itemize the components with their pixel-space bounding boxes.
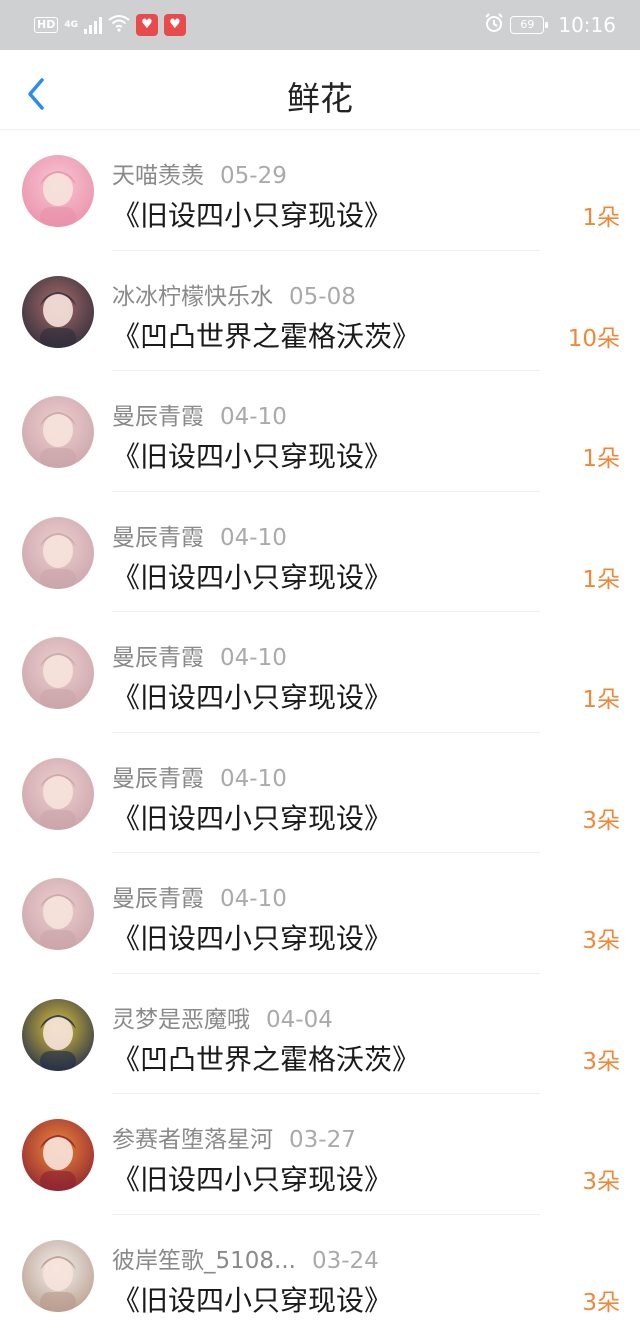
avatar[interactable] <box>22 396 94 468</box>
list-item[interactable]: 曼辰青霞 04-10 《旧设四小只穿现设》 1朵 <box>0 612 640 733</box>
user-name-line: 曼辰青霞 04-10 <box>112 397 287 431</box>
flower-count: 1朵 <box>582 446 620 472</box>
flower-count: 1朵 <box>582 205 620 231</box>
book-title[interactable]: 《凹凸世界之霍格沃茨》 <box>112 1038 420 1078</box>
date: 03-27 <box>289 1127 356 1153</box>
avatar[interactable] <box>22 155 94 227</box>
user-name[interactable]: 曼辰青霞 <box>112 766 204 792</box>
status-bar: HD 4G ♥ ♥ 69 10:16 <box>0 0 640 50</box>
clock: 10:16 <box>558 13 616 37</box>
book-title[interactable]: 《旧设四小只穿现设》 <box>112 797 392 837</box>
user-name[interactable]: 参赛者堕落星河 <box>112 1127 273 1153</box>
book-title[interactable]: 《凹凸世界之霍格沃茨》 <box>112 315 420 355</box>
list-item[interactable]: 曼辰青霞 04-10 《旧设四小只穿现设》 3朵 <box>0 853 640 974</box>
date: 04-10 <box>220 404 287 430</box>
alarm-icon <box>484 12 504 38</box>
list-item[interactable]: 曼辰青霞 04-10 《旧设四小只穿现设》 3朵 <box>0 733 640 853</box>
user-name-line: 曼辰青霞 04-10 <box>112 879 287 913</box>
user-name-line: 曼辰青霞 04-10 <box>112 759 287 793</box>
flower-list: 天喵羡羡 05-29 《旧设四小只穿现设》 1朵 冰冰柠檬快乐水 05-08 《凹凸世界之霍… <box>0 130 640 1330</box>
flower-count: 1朵 <box>582 566 620 593</box>
avatar[interactable] <box>22 1239 94 1312</box>
status-left: HD 4G ♥ ♥ <box>34 0 186 50</box>
avatar[interactable] <box>22 757 94 830</box>
list-item[interactable]: 天喵羡羡 05-29 《旧设四小只穿现设》 1朵 <box>0 130 640 251</box>
wifi-icon <box>108 14 130 36</box>
date: 04-10 <box>220 886 287 912</box>
user-name[interactable]: 曼辰青霞 <box>112 645 204 671</box>
avatar[interactable] <box>22 878 94 950</box>
battery-icon: 69 <box>510 16 549 34</box>
flower-count: 1朵 <box>582 687 620 713</box>
list-item[interactable]: 灵梦是恶魔哦 04-04 《凹凸世界之霍格沃茨》 3朵 <box>0 974 640 1094</box>
user-name[interactable]: 曼辰青霞 <box>112 404 204 430</box>
user-name[interactable]: 彼岸笙歌_5108... <box>112 1248 296 1274</box>
avatar[interactable] <box>22 516 94 589</box>
user-name[interactable]: 曼辰青霞 <box>112 525 204 551</box>
avatar[interactable] <box>22 1119 94 1191</box>
user-name[interactable]: 天喵羡羡 <box>112 163 204 189</box>
date: 03-24 <box>311 1247 379 1274</box>
date: 04-10 <box>220 765 287 792</box>
book-title[interactable]: 《旧设四小只穿现设》 <box>112 1158 392 1198</box>
date: 05-08 <box>289 283 356 310</box>
list-item[interactable]: 曼辰青霞 04-10 《旧设四小只穿现设》 1朵 <box>0 492 640 612</box>
list-item[interactable]: 彼岸笙歌_5108... 03-24 《旧设四小只穿现设》 3朵 <box>0 1215 640 1330</box>
avatar[interactable] <box>22 637 94 709</box>
hd-badge: HD <box>34 17 59 33</box>
network-type: 4G <box>64 20 78 30</box>
date: 04-10 <box>220 645 287 671</box>
signal-icon <box>84 16 102 34</box>
avatar[interactable] <box>22 275 94 348</box>
app-notification-icon: ♥ <box>136 14 158 36</box>
nav-bar: 鲜花 <box>0 50 640 130</box>
flower-count: 3朵 <box>582 928 620 954</box>
date: 04-04 <box>266 1006 333 1033</box>
date: 04-10 <box>220 524 287 551</box>
user-name-line: 彼岸笙歌_5108... 03-24 <box>112 1241 379 1275</box>
user-name[interactable]: 冰冰柠檬快乐水 <box>112 284 273 310</box>
book-title[interactable]: 《旧设四小只穿现设》 <box>112 676 392 716</box>
flower-count: 3朵 <box>582 1289 620 1316</box>
flower-count: 3朵 <box>582 1169 620 1195</box>
date: 05-29 <box>220 163 287 189</box>
user-name-line: 参赛者堕落星河 03-27 <box>112 1120 356 1154</box>
book-title[interactable]: 《旧设四小只穿现设》 <box>112 556 392 596</box>
flower-count: 3朵 <box>582 807 620 834</box>
book-title[interactable]: 《旧设四小只穿现设》 <box>112 1279 392 1319</box>
user-name-line: 天喵羡羡 05-29 <box>112 156 287 190</box>
user-name[interactable]: 灵梦是恶魔哦 <box>112 1007 250 1033</box>
book-title[interactable]: 《旧设四小只穿现设》 <box>112 917 392 957</box>
user-name-line: 曼辰青霞 04-10 <box>112 638 287 672</box>
flower-count: 10朵 <box>567 325 620 352</box>
app-notification-icon: ♥ <box>164 14 186 36</box>
list-item[interactable]: 参赛者堕落星河 03-27 《旧设四小只穿现设》 3朵 <box>0 1094 640 1215</box>
user-name-line: 曼辰青霞 04-10 <box>112 518 287 552</box>
list-item[interactable]: 曼辰青霞 04-10 《旧设四小只穿现设》 1朵 <box>0 371 640 492</box>
user-name[interactable]: 曼辰青霞 <box>112 886 204 912</box>
user-name-line: 冰冰柠檬快乐水 05-08 <box>112 277 356 311</box>
status-right: 69 10:16 <box>484 0 616 50</box>
page-title: 鲜花 <box>287 79 353 118</box>
book-title[interactable]: 《旧设四小只穿现设》 <box>112 194 392 234</box>
list-item[interactable]: 冰冰柠檬快乐水 05-08 《凹凸世界之霍格沃茨》 10朵 <box>0 251 640 371</box>
user-name-line: 灵梦是恶魔哦 04-04 <box>112 1000 333 1034</box>
avatar[interactable] <box>22 998 94 1071</box>
book-title[interactable]: 《旧设四小只穿现设》 <box>112 435 392 475</box>
flower-count: 3朵 <box>582 1048 620 1075</box>
